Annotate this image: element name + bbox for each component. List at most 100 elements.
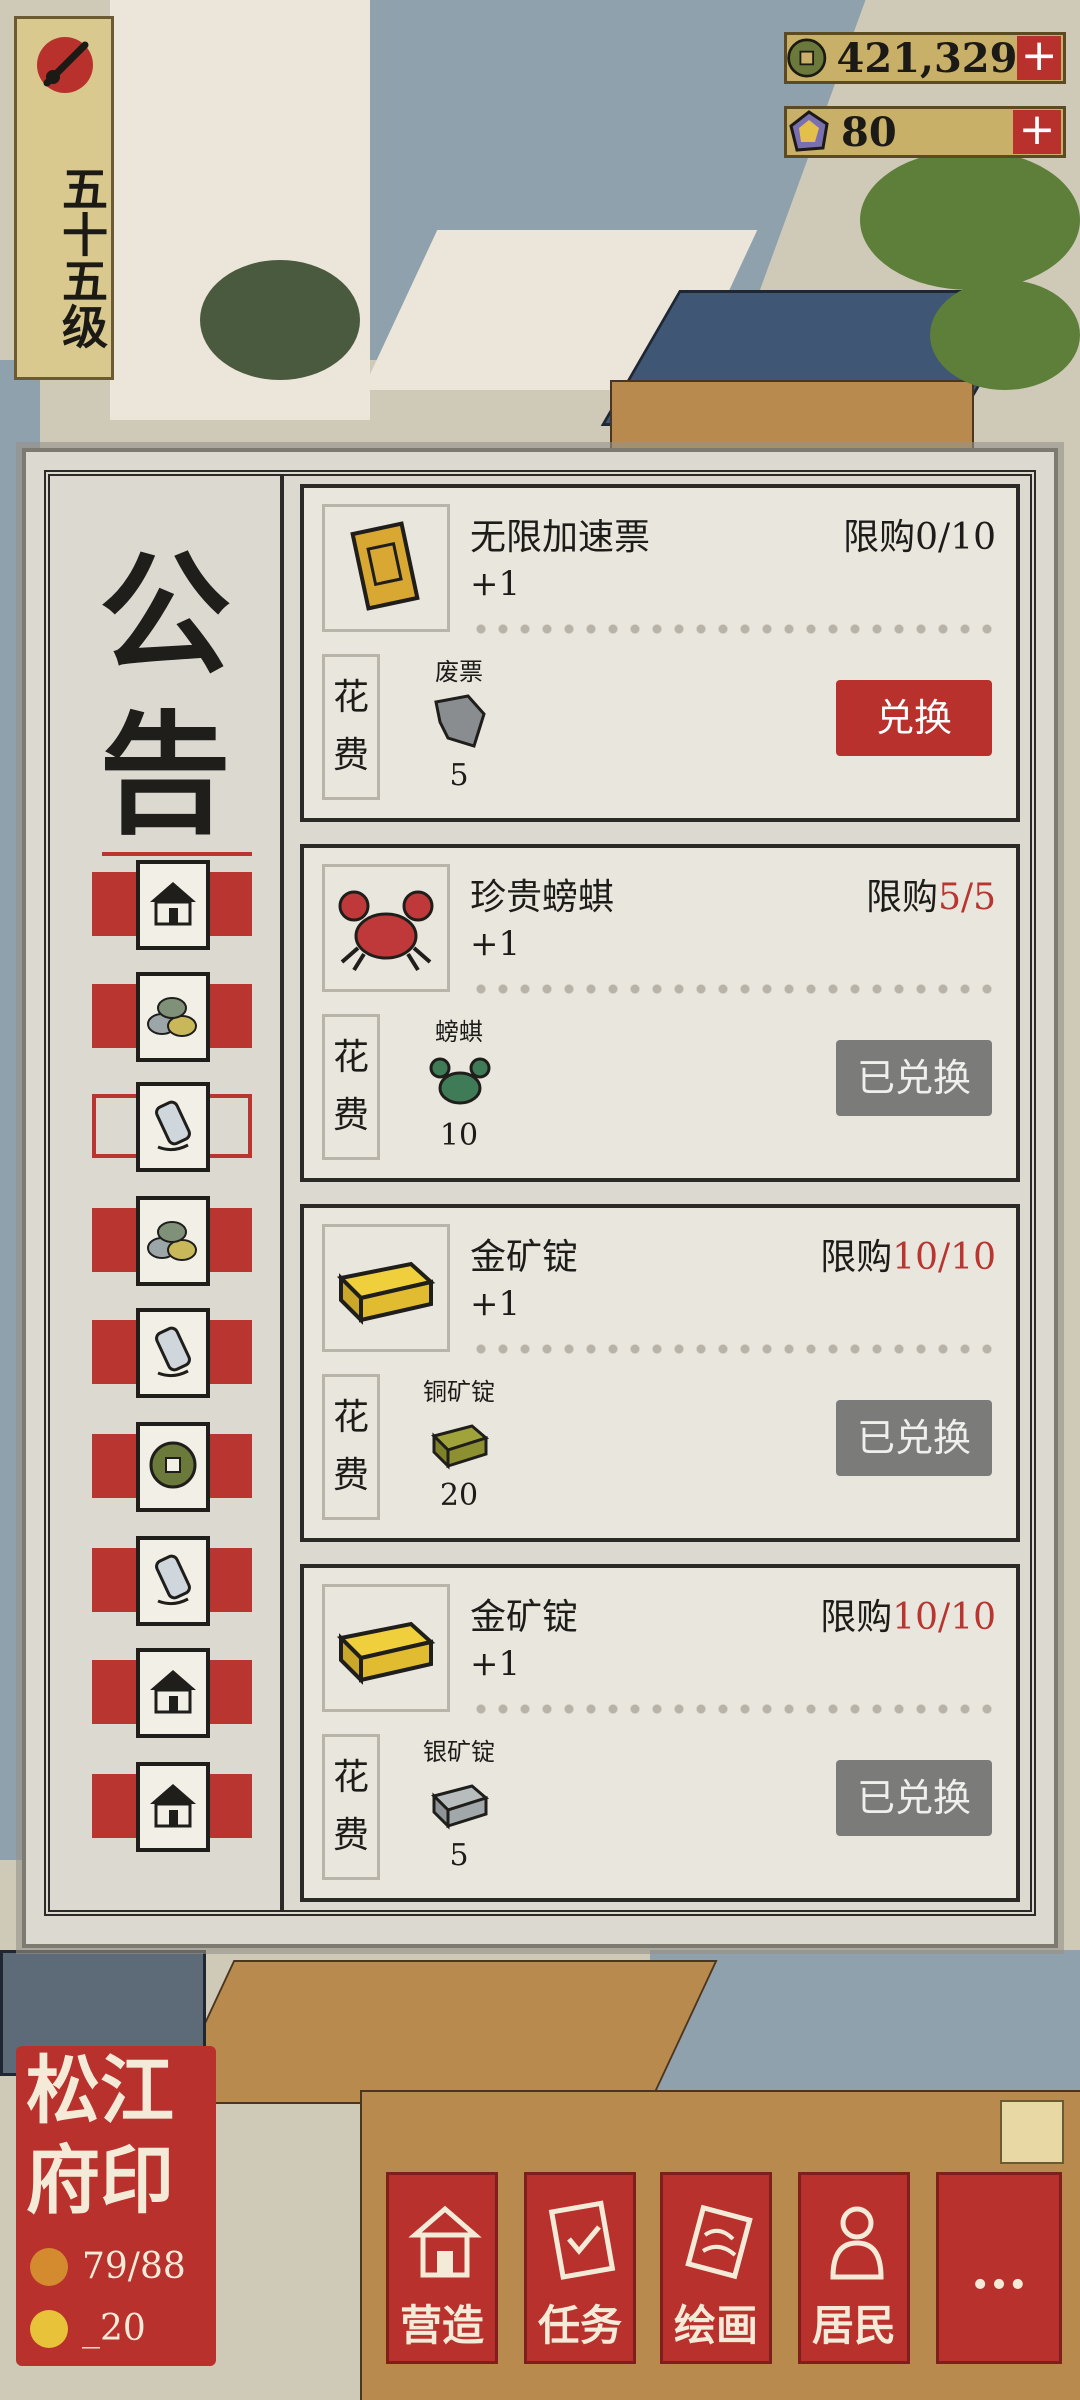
category-tab[interactable]: [92, 1762, 252, 1852]
songjiang-seal[interactable]: 松江 府印 79/88 _20: [16, 2046, 216, 2366]
purchase-limit: 限购0/10: [843, 508, 996, 560]
house-icon: [146, 876, 200, 934]
cost-item-icon: [428, 692, 492, 752]
resident-button[interactable]: 居民: [798, 2172, 910, 2364]
add-coin-button[interactable]: +: [1017, 34, 1061, 80]
exchanged-button[interactable]: 已兑换: [836, 1760, 992, 1836]
exchange-button[interactable]: 兑换: [836, 680, 992, 756]
item-icon-frame: [322, 504, 450, 632]
more-button[interactable]: ...: [936, 2172, 1062, 2364]
limit-count: 0/10: [915, 517, 996, 558]
face-icon: [30, 2309, 68, 2348]
tab-card: [136, 860, 210, 950]
level-badge[interactable]: 五十五级: [14, 16, 114, 380]
item-icon-frame: [322, 1224, 450, 1352]
panel-frame: 公告 无限加速票 +1 限购0/10 花费 废票 5 兑换 珍贵螃蜞 +1 限购5/5 花费 螃蜞 10…: [44, 470, 1036, 1916]
seal-char: 府: [26, 2138, 100, 2224]
category-tab[interactable]: [92, 1536, 252, 1626]
ore-pile-icon: [144, 988, 202, 1046]
cost-item-name: 铜矿锭: [423, 1378, 495, 1406]
torn-ticket-icon: [434, 694, 486, 748]
book-icon: [548, 2200, 616, 2280]
tab-card: [136, 1308, 210, 1398]
coin-icon: [787, 38, 827, 78]
copper-ingot-icon: [431, 1424, 490, 1470]
building-icon: [408, 2205, 482, 2278]
seal-char: 印: [100, 2138, 174, 2224]
category-tab[interactable]: [92, 1648, 252, 1738]
exchange-list[interactable]: 无限加速票 +1 限购0/10 花费 废票 5 兑换 珍贵螃蜞 +1 限购5/5 花费 螃蜞 10 已兑换…: [300, 476, 1020, 1910]
cost-label: 花费: [322, 654, 380, 800]
item-name: 无限加速票: [470, 517, 651, 558]
tab-card: [136, 972, 210, 1062]
population-stat: 79/88: [30, 2246, 186, 2287]
item-amount: +1: [470, 564, 521, 604]
more-label: ...: [970, 2237, 1028, 2301]
exchange-item: 珍贵螃蜞 +1 限购5/5 花费 螃蜞 10 已兑换: [300, 844, 1020, 1182]
cost-item-icon: [428, 1412, 492, 1472]
category-tab[interactable]: [92, 1082, 252, 1172]
build-button[interactable]: 营造: [386, 2172, 498, 2364]
ore-pile-icon: [144, 1212, 202, 1270]
coin-counter: 421,329 +: [784, 32, 1066, 84]
category-tab[interactable]: [92, 1422, 252, 1512]
cost-amount: 10: [439, 1118, 479, 1153]
limit-count: 10/10: [892, 1237, 996, 1278]
exchanged-button[interactable]: 已兑换: [836, 1040, 992, 1116]
small-flag-icon: [1000, 2100, 1064, 2164]
coin-icon: [146, 1438, 200, 1496]
category-tab[interactable]: [92, 860, 252, 950]
scroll-icon: [685, 2204, 753, 2280]
tab-card: [136, 1536, 210, 1626]
item-amount: +1: [470, 924, 521, 964]
brush-icon: [37, 37, 93, 93]
tab-card: [136, 1196, 210, 1286]
bottle-icon: [148, 1321, 198, 1385]
resident-label: 居民: [811, 2301, 896, 2350]
coin-value: 421,329: [836, 34, 1018, 82]
jade-value: 80: [841, 108, 897, 156]
bottle-icon: [148, 1095, 198, 1159]
bottle-icon: [148, 1549, 198, 1613]
limit-count: 5/5: [938, 877, 996, 918]
resident-icon: [30, 2247, 68, 2286]
category-tab[interactable]: [92, 1196, 252, 1286]
tab-card: [136, 1762, 210, 1852]
limit-count: 10/10: [892, 1597, 996, 1638]
paint-button[interactable]: 绘画: [660, 2172, 772, 2364]
dotted-divider: [470, 984, 1004, 994]
limit-prefix: 限购: [866, 877, 939, 918]
category-tab[interactable]: [92, 972, 252, 1062]
cost-amount: 5: [449, 758, 469, 793]
add-jade-button[interactable]: +: [1013, 108, 1061, 154]
purchase-limit: 限购10/10: [820, 1228, 996, 1280]
task-label: 任务: [537, 2301, 622, 2350]
dotted-divider: [470, 1344, 1004, 1354]
cost-item-name: 废票: [435, 658, 483, 686]
category-tab[interactable]: [92, 1308, 252, 1398]
item-name: 珍贵螃蜞: [470, 877, 615, 918]
dotted-divider: [470, 624, 1004, 634]
house-icon: [146, 1664, 200, 1722]
limit-prefix: 限购: [820, 1597, 893, 1638]
cost-item-name: 银矿锭: [423, 1738, 495, 1766]
panel-title: 公告: [99, 538, 231, 853]
seal-char: 江: [100, 2048, 174, 2134]
task-button[interactable]: 任务: [524, 2172, 636, 2364]
gold-ingot-icon: [336, 1261, 436, 1325]
limit-prefix: 限购: [820, 1237, 893, 1278]
cost-label: 花费: [322, 1014, 380, 1160]
cost-label: 花费: [322, 1734, 380, 1880]
silver-ingot-icon: [431, 1784, 490, 1830]
paint-label: 绘画: [673, 2301, 758, 2350]
green-crab-icon: [429, 1057, 491, 1105]
cost-item-icon: [428, 1052, 492, 1112]
cost-item-icon: [428, 1772, 492, 1832]
level-text: 五十五级: [55, 165, 109, 349]
exchanged-button[interactable]: 已兑换: [836, 1400, 992, 1476]
item-icon-frame: [322, 864, 450, 992]
tab-card: [136, 1082, 210, 1172]
cost-amount: 5: [449, 1838, 469, 1873]
jade-icon: [789, 110, 829, 152]
build-label: 营造: [399, 2301, 484, 2350]
